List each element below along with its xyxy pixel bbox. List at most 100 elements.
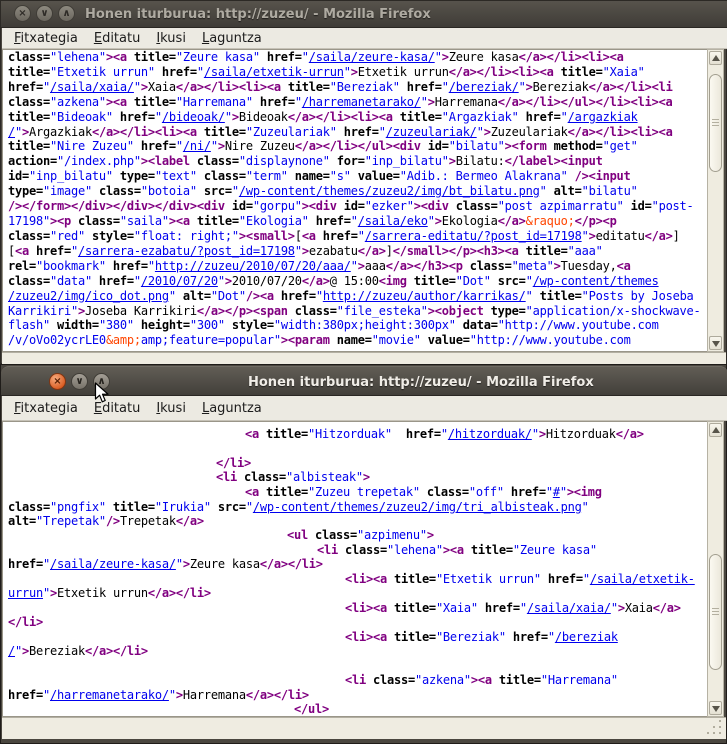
tag-token: > bbox=[22, 644, 29, 658]
tag-token: > bbox=[363, 470, 370, 484]
attr-name-token: title= bbox=[259, 427, 308, 441]
attr-value-token: "off" bbox=[469, 485, 504, 499]
attr-value-token: " bbox=[546, 485, 553, 499]
tag-token: <a bbox=[245, 485, 259, 499]
attr-name-token: class= bbox=[366, 673, 415, 687]
tag-token: > bbox=[427, 528, 434, 542]
text-token: Bereziak bbox=[29, 644, 85, 658]
source-line: </li> bbox=[216, 456, 251, 470]
attr-name-token: title= bbox=[492, 673, 541, 687]
tag-token: <li><a bbox=[345, 630, 387, 644]
source-line: <a title="Zuzeu trepetak" class="off" hr… bbox=[245, 485, 602, 499]
attr-name-token: title= bbox=[464, 543, 513, 557]
attr-name-token: title= bbox=[387, 601, 436, 615]
source-link[interactable]: /hitzorduak/ bbox=[448, 427, 532, 441]
attr-value-token: "Irukia" bbox=[155, 500, 211, 514]
source-line: <li><a title="Bereziak" href="/bereziak bbox=[345, 630, 618, 644]
source-link[interactable]: /harremanetarako/ bbox=[50, 688, 169, 702]
attr-name-token: alt= bbox=[8, 514, 36, 528]
attr-value-token: " bbox=[169, 688, 176, 702]
tag-token: <li><a bbox=[345, 572, 387, 586]
attr-value-token: " bbox=[520, 601, 527, 615]
attr-value-token: "lehena" bbox=[387, 543, 443, 557]
attr-value-token: "Xaia" bbox=[436, 601, 478, 615]
attr-name-token: class= bbox=[338, 543, 387, 557]
source-link[interactable]: /wp-content/themes/zuzeu2/img/tri_albist… bbox=[253, 500, 582, 514]
tag-token: <li bbox=[216, 470, 237, 484]
attr-value-token: "Zeure kasa" bbox=[513, 543, 597, 557]
mouse-cursor bbox=[94, 382, 110, 409]
attr-value-token: " bbox=[246, 500, 253, 514]
source-link[interactable]: / bbox=[8, 644, 15, 658]
tag-token: </a> bbox=[176, 514, 204, 528]
attr-value-token: " bbox=[548, 630, 555, 644]
attr-name-token: src= bbox=[211, 500, 246, 514]
attr-name-token: class= bbox=[8, 500, 50, 514]
attr-name-token: href= bbox=[8, 688, 43, 702]
tag-token: </a></li> bbox=[260, 557, 323, 571]
source-link[interactable]: /saila/xaia/ bbox=[527, 601, 611, 615]
tag-token: > bbox=[618, 601, 625, 615]
text-token: Etxetik urrun bbox=[57, 586, 148, 600]
attr-value-token: " bbox=[583, 572, 590, 586]
source-line: <a title="Hitzorduak" href="/hitzorduak/… bbox=[245, 427, 644, 441]
tag-token: </a> bbox=[653, 601, 681, 615]
attr-name-token: class= bbox=[237, 470, 286, 484]
attr-name-token: href= bbox=[506, 630, 548, 644]
attr-value-token: " bbox=[43, 688, 50, 702]
attr-value-token: " bbox=[560, 485, 567, 499]
source-line: </li> bbox=[8, 615, 43, 629]
source-lines-bottom: <a title="Hitzorduak" href="/hitzorduak/… bbox=[0, 0, 727, 744]
attr-name-token: href= bbox=[504, 485, 546, 499]
attr-value-token: " bbox=[176, 557, 183, 571]
source-link[interactable]: /saila/zeure-kasa/ bbox=[50, 557, 176, 571]
tag-token: <li><a bbox=[345, 601, 387, 615]
text-token: Xaia bbox=[625, 601, 653, 615]
source-link[interactable]: # bbox=[553, 485, 560, 499]
attr-name-token: class= bbox=[308, 528, 357, 542]
attr-value-token: "pngfix" bbox=[50, 500, 106, 514]
source-line: <li><a title="Xaia" href="/saila/xaia/">… bbox=[345, 601, 681, 615]
text-token: Trepetak bbox=[120, 514, 176, 528]
source-line: alt="Trepetak"/>Trepetak</a> bbox=[8, 514, 204, 528]
tag-token: <ul bbox=[287, 528, 308, 542]
attr-name-token: class= bbox=[420, 485, 469, 499]
source-line: <li class="albisteak"> bbox=[216, 470, 370, 484]
tag-token: <li bbox=[345, 673, 366, 687]
tag-token: /> bbox=[106, 514, 120, 528]
source-link[interactable]: /bereziak bbox=[555, 630, 618, 644]
tag-token: ><a bbox=[471, 673, 492, 687]
source-line: <li class="azkena"><a title="Harremana" bbox=[345, 673, 618, 687]
attr-name-token: title= bbox=[259, 485, 308, 499]
tag-token: > bbox=[176, 688, 183, 702]
source-line: <li><a title="Etxetik urrun" href="/sail… bbox=[345, 572, 695, 586]
tag-token: ><a bbox=[443, 543, 464, 557]
tag-token: > bbox=[183, 557, 190, 571]
attr-value-token: " bbox=[43, 586, 50, 600]
text-token: Harremana bbox=[183, 688, 246, 702]
tag-token: </ul> bbox=[294, 702, 329, 716]
attr-value-token: " bbox=[611, 601, 618, 615]
attr-value-token: "Etxetik urrun" bbox=[436, 572, 541, 586]
attr-value-token: " bbox=[15, 644, 22, 658]
attr-name-token: href= bbox=[478, 601, 520, 615]
source-link[interactable]: urrun bbox=[8, 586, 43, 600]
tag-token: </li> bbox=[8, 615, 43, 629]
attr-value-token: "Harremana" bbox=[541, 673, 618, 687]
tag-token: > bbox=[539, 427, 546, 441]
attr-value-token: "Trepetak" bbox=[36, 514, 106, 528]
attr-value-token: "Hitzorduak" bbox=[308, 427, 392, 441]
source-link[interactable]: /saila/etxetik- bbox=[590, 572, 695, 586]
attr-value-token: "Bereziak" bbox=[436, 630, 506, 644]
source-line: href="/harremanetarako/">Harremana</a></… bbox=[8, 688, 309, 702]
source-line: </ul> bbox=[294, 702, 329, 716]
tag-token: </li> bbox=[216, 456, 251, 470]
attr-value-token: "albisteak" bbox=[286, 470, 363, 484]
attr-name-token: title= bbox=[387, 630, 436, 644]
tag-token: </a></li> bbox=[85, 644, 148, 658]
source-line: urrun">Etxetik urrun</a></li> bbox=[8, 586, 211, 600]
attr-value-token: " bbox=[532, 427, 539, 441]
attr-value-token: "azpimenu" bbox=[357, 528, 427, 542]
text-token: Hitzorduak bbox=[546, 427, 616, 441]
source-line: <ul class="azpimenu"> bbox=[287, 528, 434, 542]
